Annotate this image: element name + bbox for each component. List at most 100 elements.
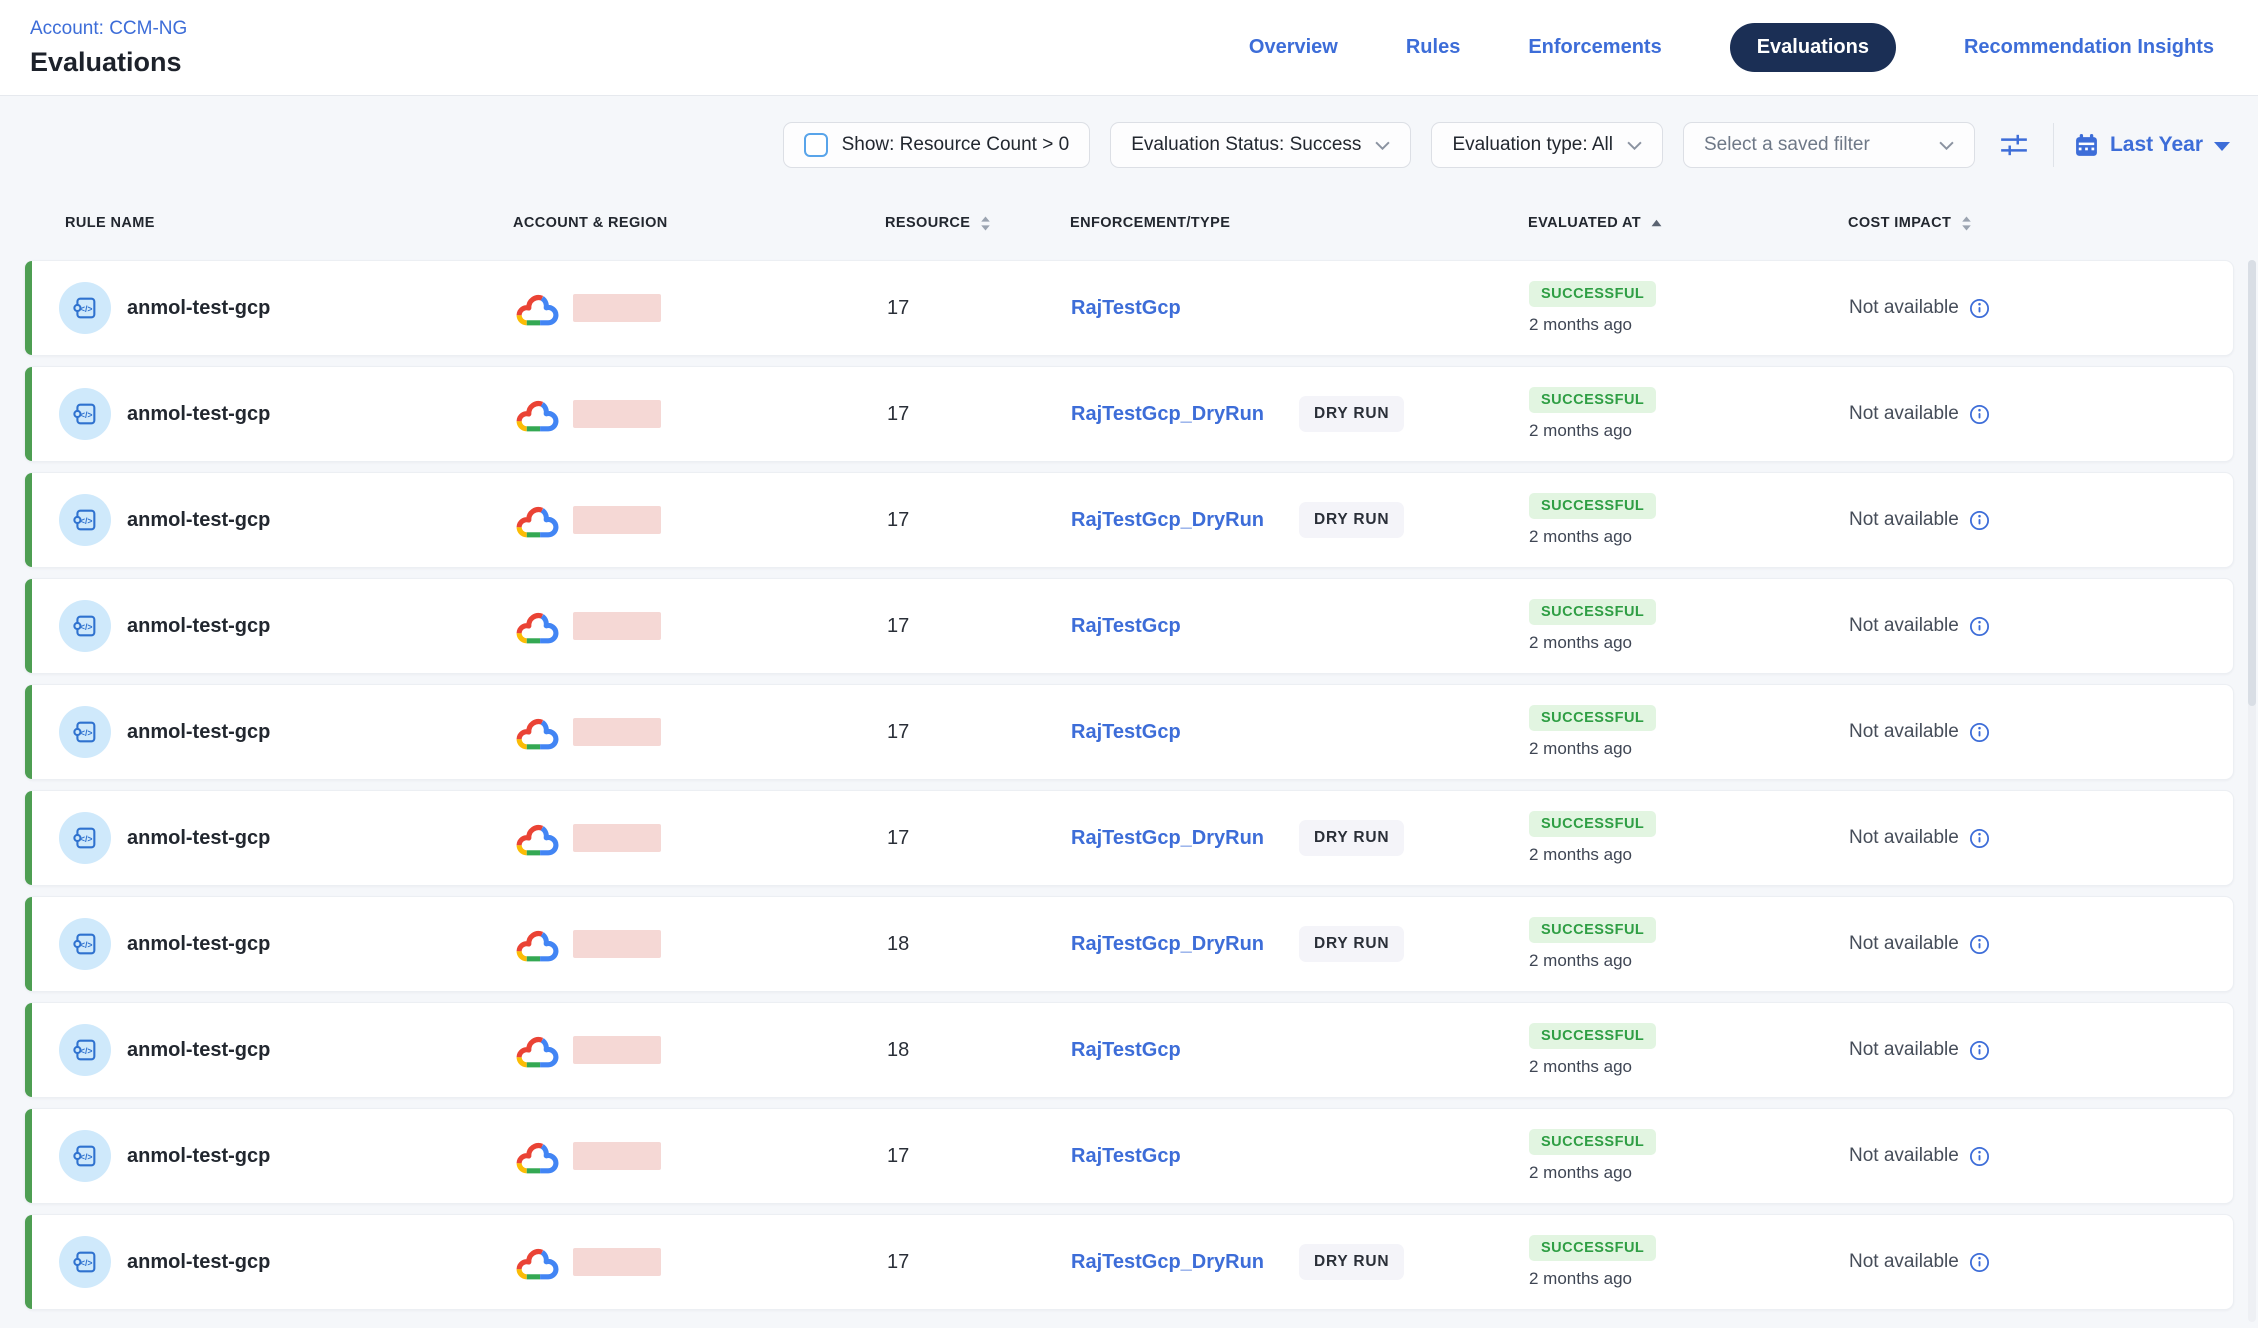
cost-impact-cell: Not available (1846, 615, 2233, 637)
account-region-cell (511, 820, 881, 857)
account-name-redacted (573, 400, 661, 428)
info-icon[interactable] (1969, 828, 1990, 849)
evaluation-type-dropdown[interactable]: Evaluation type: All (1431, 122, 1663, 168)
info-icon[interactable] (1969, 298, 1990, 319)
row-status-accent (25, 579, 32, 673)
resource-count: 17 (887, 721, 909, 744)
column-header-account-region: Account & Region (510, 215, 880, 231)
enforcement-link[interactable]: RajTestGcp (1071, 1145, 1181, 1167)
table-row: </> anmol-test-gcp 17 RajTestGcp_DryRun … (24, 472, 2234, 568)
row-status-accent (25, 1215, 32, 1309)
vertical-scrollbar[interactable] (2248, 260, 2256, 1322)
evaluated-at-cell: SUCCESSFUL 2 months ago (1526, 705, 1846, 759)
enforcement-link[interactable]: RajTestGcp (1071, 721, 1181, 743)
gcp-icon (514, 608, 559, 645)
enforcement-cell: RajTestGcp (1066, 615, 1526, 638)
cost-impact-cell: Not available (1846, 933, 2233, 955)
evaluated-time: 2 months ago (1529, 951, 1632, 971)
table-row: </> anmol-test-gcp 17 RajTestGcp SUCCESS… (24, 1108, 2234, 1204)
evaluated-at-cell: SUCCESSFUL 2 months ago (1526, 1235, 1846, 1289)
account-breadcrumb[interactable]: Account: CCM-NG (30, 18, 187, 40)
saved-filter-dropdown[interactable]: Select a saved filter (1683, 122, 1975, 168)
resource-count-label: Show: Resource Count > 0 (842, 134, 1070, 156)
enforcement-link[interactable]: RajTestGcp_DryRun (1071, 509, 1264, 531)
row-status-accent (25, 897, 32, 991)
scrollbar-thumb[interactable] (2248, 260, 2256, 706)
info-icon[interactable] (1969, 722, 1990, 743)
status-badge: SUCCESSFUL (1529, 493, 1656, 519)
table-row: </> anmol-test-gcp 17 RajTestGcp SUCCESS… (24, 684, 2234, 780)
enforcement-link[interactable]: RajTestGcp_DryRun (1071, 827, 1264, 849)
account-name-redacted (573, 1142, 661, 1170)
chevron-down-icon (1627, 141, 1642, 150)
info-icon[interactable] (1969, 404, 1990, 425)
evaluated-time: 2 months ago (1529, 421, 1632, 441)
status-badge: SUCCESSFUL (1529, 599, 1656, 625)
evaluated-time: 2 months ago (1529, 527, 1632, 547)
resource-count-filter-toggle[interactable]: Show: Resource Count > 0 (783, 122, 1091, 168)
evaluation-status-dropdown[interactable]: Evaluation Status: Success (1110, 122, 1411, 168)
info-icon[interactable] (1969, 1146, 1990, 1167)
enforcement-cell: RajTestGcp_DryRun DRY RUN (1066, 1244, 1526, 1280)
top-nav: Overview Rules Enforcements Evaluations Reco… (1249, 23, 2214, 72)
enforcement-link[interactable]: RajTestGcp (1071, 615, 1181, 637)
info-icon[interactable] (1969, 616, 1990, 637)
enforcement-link[interactable]: RajTestGcp_DryRun (1071, 403, 1264, 425)
resource-cell: 17 (881, 827, 1066, 850)
rule-icon: </> (59, 1024, 111, 1076)
account-region-cell (511, 608, 881, 645)
svg-text:</>: </> (80, 940, 93, 950)
cost-impact-value: Not available (1849, 1251, 1959, 1273)
rule-name: anmol-test-gcp (127, 827, 270, 850)
evaluated-time: 2 months ago (1529, 1163, 1632, 1183)
dry-run-badge: DRY RUN (1299, 502, 1404, 538)
cost-impact-cell: Not available (1846, 1039, 2233, 1061)
column-header-cost-impact[interactable]: Cost Impact (1845, 215, 2234, 231)
svg-text:</>: </> (80, 834, 93, 844)
caret-down-icon (2214, 142, 2230, 151)
resource-cell: 17 (881, 1145, 1066, 1168)
enforcement-link[interactable]: RajTestGcp_DryRun (1071, 1251, 1264, 1273)
rule-name: anmol-test-gcp (127, 721, 270, 744)
filter-bar: Show: Resource Count > 0 Evaluation Stat… (0, 96, 2258, 192)
enforcement-link[interactable]: RajTestGcp (1071, 1039, 1181, 1061)
cost-impact-cell: Not available (1846, 827, 2233, 849)
enforcement-cell: RajTestGcp (1066, 297, 1526, 320)
nav-tab-recommendation-insights[interactable]: Recommendation Insights (1964, 36, 2214, 59)
resource-count: 17 (887, 1251, 909, 1274)
sort-icon (1961, 216, 1972, 231)
nav-tab-rules[interactable]: Rules (1406, 36, 1460, 59)
rule-name: anmol-test-gcp (127, 297, 270, 320)
rule-name-cell: </> anmol-test-gcp (25, 1024, 511, 1076)
evaluated-time: 2 months ago (1529, 1269, 1632, 1289)
rule-name: anmol-test-gcp (127, 1251, 270, 1274)
account-region-cell (511, 396, 881, 433)
enforcement-link[interactable]: RajTestGcp (1071, 297, 1181, 319)
sort-asc-icon (1651, 219, 1662, 227)
table-header-row: Rule Name Account & Region Resource Enfo… (24, 196, 2234, 250)
evaluated-time: 2 months ago (1529, 739, 1632, 759)
nav-tab-evaluations[interactable]: Evaluations (1730, 23, 1896, 72)
time-range-picker[interactable]: Last Year (2074, 133, 2230, 158)
nav-tab-overview[interactable]: Overview (1249, 36, 1338, 59)
info-icon[interactable] (1969, 1252, 1990, 1273)
column-header-evaluated-at[interactable]: Evaluated At (1525, 215, 1845, 231)
info-icon[interactable] (1969, 934, 1990, 955)
sliders-icon (1999, 132, 2029, 158)
account-name-redacted (573, 506, 661, 534)
column-header-resource[interactable]: Resource (880, 215, 1065, 231)
resource-count-checkbox[interactable] (804, 133, 828, 157)
cost-impact-value: Not available (1849, 615, 1959, 637)
table-row: </> anmol-test-gcp 17 RajTestGcp SUCCESS… (24, 578, 2234, 674)
cost-impact-value: Not available (1849, 403, 1959, 425)
evaluated-at-cell: SUCCESSFUL 2 months ago (1526, 1129, 1846, 1183)
status-badge: SUCCESSFUL (1529, 1129, 1656, 1155)
rule-name-cell: </> anmol-test-gcp (25, 282, 511, 334)
nav-tab-enforcements[interactable]: Enforcements (1528, 36, 1661, 59)
info-icon[interactable] (1969, 510, 1990, 531)
evaluated-at-cell: SUCCESSFUL 2 months ago (1526, 281, 1846, 335)
resource-cell: 17 (881, 1251, 1066, 1274)
filter-settings-button[interactable] (1995, 128, 2033, 162)
enforcement-link[interactable]: RajTestGcp_DryRun (1071, 933, 1264, 955)
info-icon[interactable] (1969, 1040, 1990, 1061)
